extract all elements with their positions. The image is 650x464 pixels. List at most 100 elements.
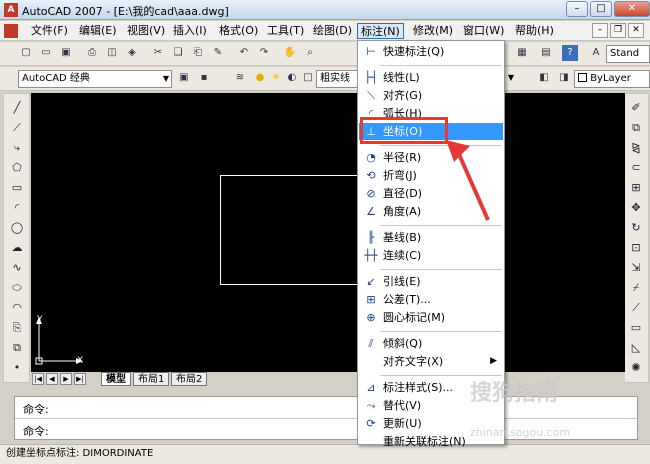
layer-thaw-icon[interactable]: ☀ xyxy=(268,70,284,86)
last-tab-icon[interactable]: ▶| xyxy=(74,373,86,385)
drawing-canvas[interactable]: Y X xyxy=(31,93,625,372)
stretch-icon[interactable]: ⇲ xyxy=(626,260,646,276)
polyline-icon[interactable]: ⤷ xyxy=(7,140,27,156)
ellipse-icon[interactable]: ⬭ xyxy=(7,280,27,296)
workspace-combo[interactable]: AutoCAD 经典 ▼ xyxy=(18,70,172,88)
arc-icon[interactable]: ◜ xyxy=(7,200,27,216)
paste-icon[interactable]: ⎗ xyxy=(190,45,206,61)
print-icon[interactable]: ⎙ xyxy=(84,45,100,61)
menu-item-leader[interactable]: ↙ 引线(E) xyxy=(359,273,503,290)
copy-icon[interactable]: ❏ xyxy=(170,45,186,61)
layer-on-icon[interactable]: ● xyxy=(252,70,268,86)
tab-layout2[interactable]: 布局2 xyxy=(171,372,208,386)
text-style-icon[interactable]: A xyxy=(588,45,604,61)
menu-item-oblique[interactable]: ⫽ 倾斜(Q) xyxy=(359,335,503,352)
close-button[interactable]: ✕ xyxy=(614,1,650,17)
workspace-settings-icon[interactable]: ▣ xyxy=(176,70,192,86)
layer-manager-icon[interactable]: ≋ xyxy=(232,70,248,86)
rectangle-icon[interactable]: ▭ xyxy=(7,180,27,196)
menu-file[interactable]: 文件(F) xyxy=(28,23,71,39)
offset-icon[interactable]: ⊂ xyxy=(626,160,646,176)
design-center-icon[interactable]: ▦ xyxy=(514,45,530,61)
doc-close-button[interactable]: ✕ xyxy=(628,23,644,38)
next-tab-icon[interactable]: ▶ xyxy=(60,373,72,385)
revision-cloud-icon[interactable]: ☁ xyxy=(7,240,27,256)
color-combo[interactable]: ByLayer xyxy=(574,70,650,88)
zoom-icon[interactable]: ⌕ xyxy=(302,45,318,61)
menu-view[interactable]: 视图(V) xyxy=(124,23,168,39)
explode-icon[interactable]: ✺ xyxy=(626,360,646,376)
doc-minimize-button[interactable]: – xyxy=(592,23,608,38)
make-current-icon[interactable]: ◧ xyxy=(536,70,552,86)
array-icon[interactable]: ⊞ xyxy=(626,180,646,196)
ucs-y-label: Y xyxy=(37,315,43,325)
undo-icon[interactable]: ↶ xyxy=(236,45,252,61)
menu-item-linear[interactable]: ├┤ 线性(L) xyxy=(359,69,503,86)
menu-item-center-mark[interactable]: ⊕ 圆心标记(M) xyxy=(359,309,503,326)
workspace-save-icon[interactable]: ▪ xyxy=(196,70,212,86)
polygon-icon[interactable]: ⬠ xyxy=(7,160,27,176)
menu-item-aligned[interactable]: ⟍ 对齐(G) xyxy=(359,87,503,104)
first-tab-icon[interactable]: |◀ xyxy=(32,373,44,385)
minimize-button[interactable]: – xyxy=(566,1,588,17)
open-icon[interactable]: ▭ xyxy=(38,45,54,61)
point-icon[interactable]: • xyxy=(7,360,27,376)
publish-icon[interactable]: ◈ xyxy=(124,45,140,61)
line-icon[interactable]: ╱ xyxy=(7,100,27,116)
tab-layout1[interactable]: 布局1 xyxy=(133,372,170,386)
copy-object-icon[interactable]: ⧉ xyxy=(626,120,646,136)
chamfer-icon[interactable]: ◺ xyxy=(626,340,646,356)
menu-item-quick-dimension[interactable]: ⊢ 快速标注(Q) xyxy=(359,43,503,60)
save-icon[interactable]: ▣ xyxy=(58,45,74,61)
mirror-icon[interactable]: ⧎ xyxy=(626,140,646,156)
menu-item-continue[interactable]: ┼┼ 连续(C) xyxy=(359,247,503,264)
cut-icon[interactable]: ✂ xyxy=(150,45,166,61)
extend-icon[interactable]: ⟋ xyxy=(626,300,646,316)
layer-previous-icon[interactable]: ◨ xyxy=(556,70,572,86)
menu-dimension[interactable]: 标注(N) xyxy=(357,23,404,39)
make-block-icon[interactable]: ⧉ xyxy=(7,340,27,356)
circle-icon[interactable]: ◯ xyxy=(7,220,27,236)
autocad-app-icon[interactable]: A xyxy=(4,3,18,17)
menu-item-align-text[interactable]: 对齐文字(X) ▶ xyxy=(359,353,503,370)
menu-tools[interactable]: 工具(T) xyxy=(264,23,307,39)
menu-insert[interactable]: 插入(I) xyxy=(170,23,210,39)
new-icon[interactable]: ▢ xyxy=(18,45,34,61)
menu-help[interactable]: 帮助(H) xyxy=(512,23,557,39)
layer-lock-icon[interactable]: ◐ xyxy=(284,70,300,86)
maximize-button[interactable]: □ xyxy=(590,1,612,17)
menu-item-baseline[interactable]: ╟ 基线(B) xyxy=(359,229,503,246)
menu-item-tolerance[interactable]: ⊞ 公差(T)... xyxy=(359,291,503,308)
chevron-down-icon: ▼ xyxy=(507,73,514,82)
rotate-icon[interactable]: ↻ xyxy=(626,220,646,236)
redo-icon[interactable]: ↷ xyxy=(256,45,272,61)
layer-dropdown-arrow[interactable]: ▼ xyxy=(506,70,516,88)
erase-icon[interactable]: ✐ xyxy=(626,100,646,116)
menu-edit[interactable]: 编辑(E) xyxy=(76,23,120,39)
calculator-icon[interactable]: ▤ xyxy=(538,45,554,61)
move-icon[interactable]: ✥ xyxy=(626,200,646,216)
layer-combo[interactable]: 粗实线 xyxy=(316,70,358,88)
insert-block-icon[interactable]: ⎘ xyxy=(7,320,27,336)
menu-modify[interactable]: 修改(M) xyxy=(410,23,456,39)
scale-icon[interactable]: ⊡ xyxy=(626,240,646,256)
construction-line-icon[interactable]: ⟋ xyxy=(7,120,27,136)
ellipse-arc-icon[interactable]: ◠ xyxy=(7,300,27,316)
menu-format[interactable]: 格式(O) xyxy=(216,23,261,39)
spline-icon[interactable]: ∿ xyxy=(7,260,27,276)
menu-draw[interactable]: 绘图(D) xyxy=(310,23,355,39)
pan-icon[interactable]: ✋ xyxy=(282,45,298,61)
menu-window[interactable]: 窗口(W) xyxy=(460,23,507,39)
layer-color-icon[interactable]: □ xyxy=(300,70,316,86)
help-icon[interactable]: ? xyxy=(562,45,578,61)
doc-restore-button[interactable]: ❐ xyxy=(610,23,626,38)
break-icon[interactable]: ▭ xyxy=(626,320,646,336)
document-icon[interactable] xyxy=(4,24,18,38)
prev-tab-icon[interactable]: ◀ xyxy=(46,373,58,385)
tab-model[interactable]: 模型 xyxy=(101,372,131,386)
command-prompt[interactable]: 命令: xyxy=(23,423,49,439)
match-properties-icon[interactable]: ✎ xyxy=(210,45,226,61)
text-style-combo[interactable]: Stand xyxy=(606,45,650,63)
preview-icon[interactable]: ◫ xyxy=(104,45,120,61)
trim-icon[interactable]: ⌿ xyxy=(626,280,646,296)
